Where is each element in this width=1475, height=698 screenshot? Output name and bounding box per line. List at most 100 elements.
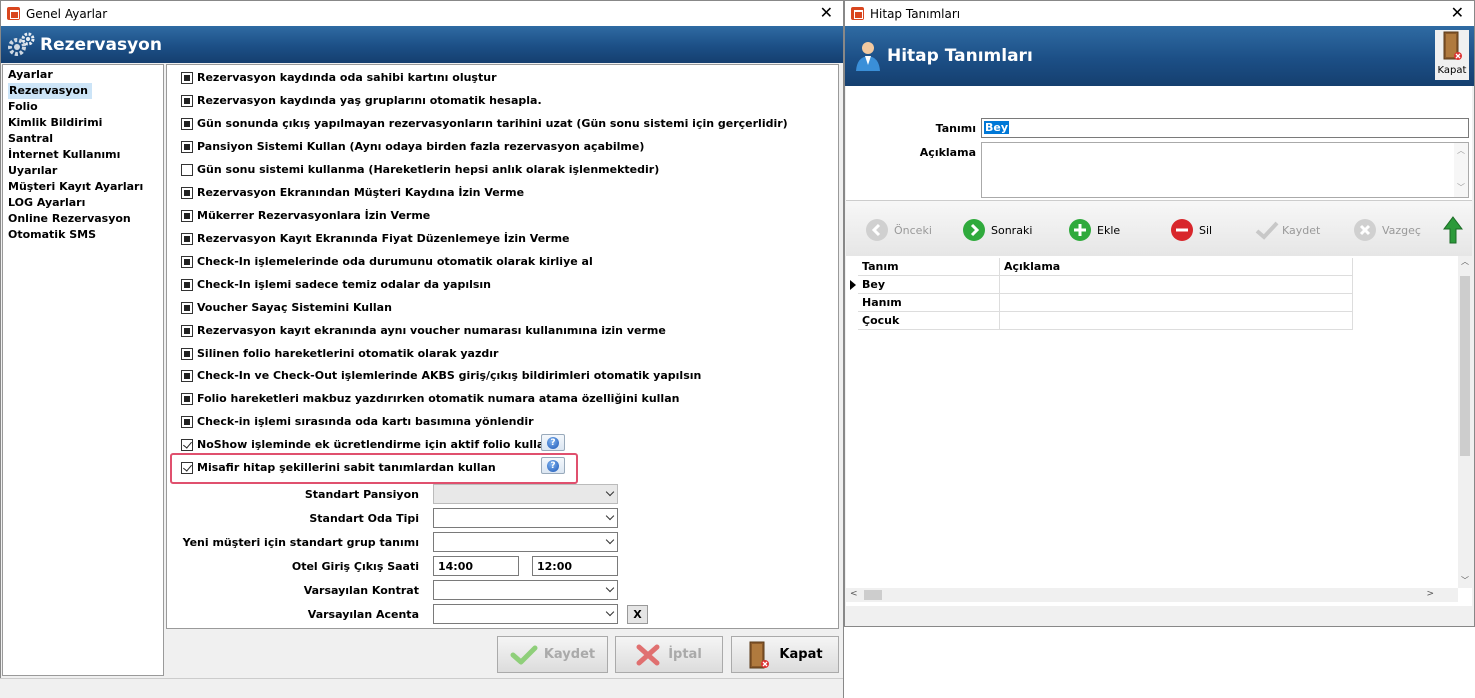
left-banner: Rezervasyon	[1, 26, 843, 63]
onceki-button[interactable]: Önceki	[866, 219, 932, 241]
standart-oda-tipi-select[interactable]	[433, 508, 618, 528]
option-11[interactable]: Rezervasyon kayıt ekranında aynı voucher…	[181, 324, 666, 337]
tanim-value: Bey	[984, 121, 1010, 134]
check-icon	[510, 645, 538, 664]
option-5[interactable]: Rezervasyon Ekranından Müşteri Kaydına İ…	[181, 186, 524, 199]
checkbox[interactable]	[181, 301, 193, 314]
option-16[interactable]: NoShow işleminde ek ücretlendirme için a…	[181, 438, 552, 451]
option-6[interactable]: Mükerrer Rezervasyonlara İzin Verme	[181, 209, 430, 222]
clear-acenta-button[interactable]: X	[627, 605, 648, 624]
aciklama-textarea[interactable]: ︿ ﹀	[981, 142, 1469, 198]
option-14[interactable]: Folio hareketleri makbuz yazdırırken oto…	[181, 392, 679, 405]
column-header-aciklama[interactable]: Açıklama	[1000, 258, 1353, 276]
nav-item-kimlik[interactable]: Kimlik Bildirimi	[7, 115, 163, 131]
kaydet-label: Kaydet	[543, 647, 596, 662]
nav-item-online-rez[interactable]: Online Rezervasyon	[7, 211, 163, 227]
option-15[interactable]: Check-in işlemi sırasında oda kartı bası…	[181, 415, 534, 428]
option-10[interactable]: Voucher Sayaç Sistemini Kullan	[181, 301, 392, 314]
option-9[interactable]: Check-In işlemi sadece temiz odalar da y…	[181, 278, 491, 291]
tanim-input[interactable]: Bey	[981, 118, 1469, 138]
checkbox[interactable]	[181, 415, 193, 428]
hitap-toolbar: Önceki Sonraki Ekle Sil Kaydet Vazgeç	[846, 201, 1472, 256]
right-banner-title: Hitap Tanımları	[887, 46, 1033, 66]
nav-item-sms[interactable]: Otomatik SMS	[7, 227, 163, 243]
checkbox[interactable]	[181, 209, 193, 222]
checkbox[interactable]	[181, 186, 193, 199]
iptal-button[interactable]: İptal	[615, 636, 723, 673]
checkbox[interactable]	[181, 347, 193, 360]
checkbox[interactable]	[181, 117, 193, 130]
checkbox[interactable]	[181, 163, 193, 176]
table-row-0-tanim[interactable]: Bey	[858, 276, 1000, 294]
sil-button[interactable]: Sil	[1171, 219, 1212, 241]
checkbox[interactable]	[181, 324, 193, 337]
checkbox[interactable]	[181, 232, 193, 245]
column-header-tanim[interactable]: Tanım	[858, 258, 1000, 276]
horizontal-scrollbar[interactable]: < >	[846, 588, 1458, 602]
help-icon: ?	[547, 437, 559, 449]
kaydet-button[interactable]: Kaydet	[497, 636, 608, 673]
checkbox[interactable]	[181, 278, 193, 291]
arrow-left-icon	[866, 219, 888, 241]
ekle-button[interactable]: Ekle	[1069, 219, 1120, 241]
table-row-1-tanim[interactable]: Hanım	[858, 294, 1000, 312]
option-4[interactable]: Gün sonu sistemi kullanma (Hareketlerin …	[181, 163, 659, 176]
sonraki-button[interactable]: Sonraki	[963, 219, 1032, 241]
option-2[interactable]: Gün sonunda çıkış yapılmayan rezervasyon…	[181, 117, 788, 130]
checkbox[interactable]	[181, 392, 193, 405]
chevron-down-icon	[605, 511, 615, 521]
nav-item-folio[interactable]: Folio	[7, 99, 163, 115]
option-7[interactable]: Rezervasyon Kayıt Ekranında Fiyat Düzenl…	[181, 232, 570, 245]
sonraki-label: Sonraki	[991, 223, 1033, 237]
sil-label: Sil	[1199, 223, 1213, 237]
option-label: Rezervasyon Ekranından Müşteri Kaydına İ…	[197, 186, 525, 199]
onceki-label: Önceki	[894, 223, 932, 237]
vertical-scrollbar[interactable]: ︿ ﹀	[1458, 256, 1472, 588]
option-8[interactable]: Check-In işlemelerinde oda durumunu otom…	[181, 255, 593, 268]
checkbox[interactable]	[181, 71, 193, 84]
nav-item-internet[interactable]: İnternet Kullanımı	[7, 147, 163, 163]
right-kapat-label: Kapat	[1437, 65, 1467, 76]
option-12[interactable]: Silinen folio hareketlerini otomatik ola…	[181, 347, 498, 360]
right-kapat-button[interactable]: Kapat	[1435, 30, 1469, 80]
table-row-1-aciklama[interactable]	[1000, 294, 1353, 312]
option-1[interactable]: Rezervasyon kaydında yaş gruplarını otom…	[181, 94, 542, 107]
table-row-2-tanim[interactable]: Çocuk	[858, 312, 1000, 330]
checkbox[interactable]	[181, 94, 193, 107]
toolbar-kaydet-button[interactable]: Kaydet	[1254, 219, 1320, 241]
hitap-form: Tanımı Bey Açıklama ︿ ﹀	[846, 86, 1472, 201]
person-icon	[856, 42, 880, 71]
checkbox[interactable]	[181, 255, 193, 268]
nav-item-santral[interactable]: Santral	[7, 131, 163, 147]
hscroll-thumb[interactable]	[864, 590, 882, 600]
toolbar-kaydet-label: Kaydet	[1282, 223, 1321, 237]
left-close-icon[interactable]: ✕	[820, 3, 833, 22]
giris-saati-input[interactable]: 14:00	[433, 556, 519, 576]
nav-item-log[interactable]: LOG Ayarları	[7, 195, 163, 211]
option-3[interactable]: Pansiyon Sistemi Kullan (Aynı odaya bird…	[181, 140, 644, 153]
checkbox[interactable]	[181, 438, 193, 451]
nav-item-ayarlar[interactable]: Ayarlar	[7, 67, 163, 83]
option-label: Check-In işlemi sadece temiz odalar da y…	[197, 278, 492, 291]
kapat-button[interactable]: Kapat	[731, 636, 839, 673]
highlight-box	[170, 453, 578, 484]
noshow-help-button[interactable]: ?	[541, 434, 565, 451]
cikis-saati-input[interactable]: 12:00	[532, 556, 618, 576]
option-0[interactable]: Rezervasyon kaydında oda sahibi kartını …	[181, 71, 497, 84]
varsayilan-acenta-select[interactable]	[433, 604, 618, 624]
textarea-scrollbar[interactable]: ︿ ﹀	[1454, 143, 1468, 197]
nav-item-rezervasyon[interactable]: Rezervasyon	[8, 83, 92, 99]
checkbox[interactable]	[181, 140, 193, 153]
vazgec-button[interactable]: Vazgeç	[1354, 219, 1421, 241]
varsayilan-kontrat-select[interactable]	[433, 580, 618, 600]
scrollbar-thumb[interactable]	[1460, 276, 1470, 456]
yeni-musteri-select[interactable]	[433, 532, 618, 552]
up-button[interactable]	[1442, 215, 1464, 245]
table-row-2-aciklama[interactable]	[1000, 312, 1353, 330]
checkbox[interactable]	[181, 369, 193, 382]
nav-item-musteri-kayit[interactable]: Müşteri Kayıt Ayarları	[7, 179, 163, 195]
table-row-0-aciklama[interactable]	[1000, 276, 1353, 294]
nav-item-uyarilar[interactable]: Uyarılar	[7, 163, 163, 179]
right-close-icon[interactable]: ✕	[1451, 3, 1464, 22]
option-13[interactable]: Check-In ve Check-Out işlemlerinde AKBS …	[181, 369, 701, 382]
